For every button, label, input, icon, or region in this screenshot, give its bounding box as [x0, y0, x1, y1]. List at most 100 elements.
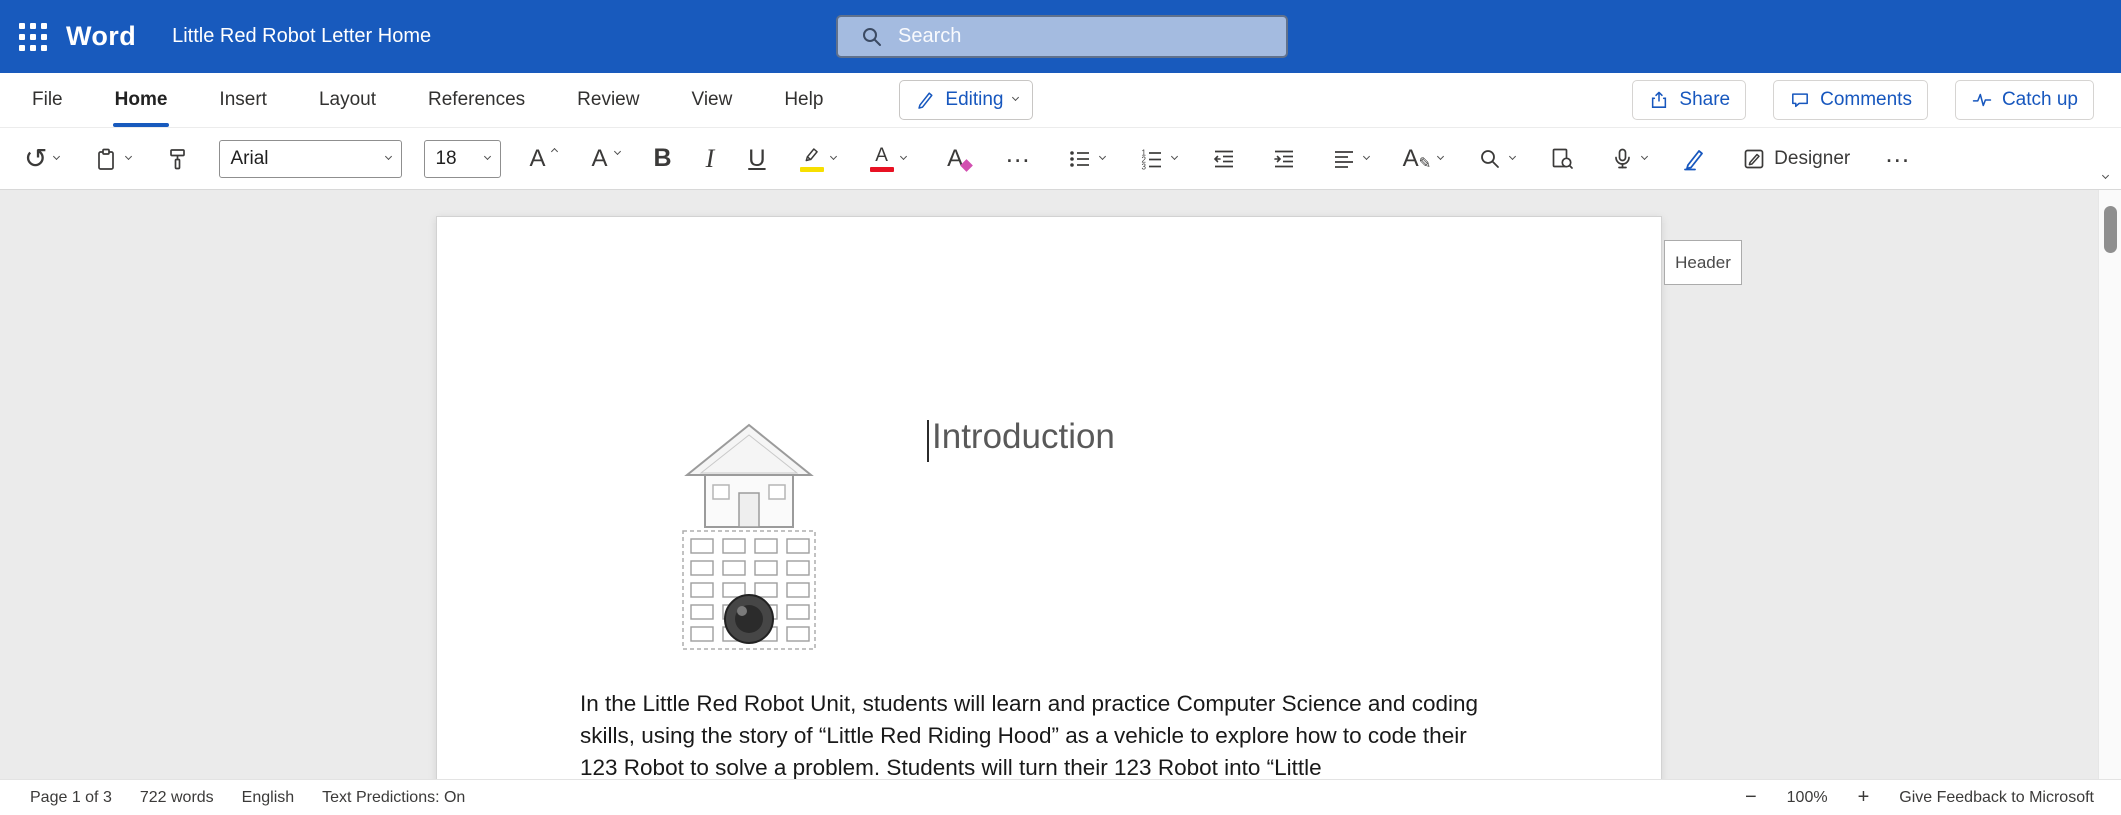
search-icon	[860, 25, 884, 49]
tab-insert[interactable]: Insert	[219, 73, 267, 127]
document-heading[interactable]: Introduction	[932, 417, 1115, 457]
clipboard-icon	[93, 146, 119, 172]
collapse-ribbon-button[interactable]	[2100, 162, 2111, 186]
vertical-scrollbar[interactable]	[2098, 190, 2121, 779]
share-button[interactable]: Share	[1632, 80, 1746, 120]
font-name-chevron[interactable]	[385, 152, 392, 159]
header-section-tag: Header	[1664, 240, 1742, 285]
status-bar: Page 1 of 3 722 words English Text Predi…	[0, 779, 2121, 815]
alignment-menu-chevron[interactable]	[1363, 152, 1370, 159]
word-count[interactable]: 722 words	[140, 789, 214, 807]
immersive-reader-button[interactable]	[1543, 137, 1581, 180]
zoom-level[interactable]: 100%	[1787, 789, 1828, 807]
highlight-menu-chevron[interactable]	[830, 152, 837, 159]
underline-icon: U	[748, 145, 765, 173]
document-title[interactable]: Little Red Robot Letter Home	[172, 25, 431, 48]
app-name[interactable]: Word	[66, 21, 136, 52]
font-size-combobox[interactable]: 18	[424, 140, 501, 178]
italic-button[interactable]: I	[700, 137, 721, 180]
comments-button[interactable]: Comments	[1773, 80, 1928, 120]
microphone-icon	[1609, 146, 1635, 172]
numbering-menu-chevron[interactable]	[1171, 152, 1178, 159]
language-indicator[interactable]: English	[242, 789, 294, 807]
search-box[interactable]	[836, 15, 1288, 58]
dictate-menu-chevron[interactable]	[1641, 152, 1648, 159]
undo-button[interactable]: ↺	[18, 137, 65, 180]
designer-label: Designer	[1774, 148, 1850, 170]
underline-button[interactable]: U	[742, 137, 771, 180]
zoom-in-button[interactable]: +	[1858, 786, 1870, 809]
increase-indent-button[interactable]	[1265, 137, 1303, 180]
decrease-indent-icon	[1211, 146, 1237, 172]
app-launcher-button[interactable]	[0, 0, 66, 73]
paste-menu-chevron[interactable]	[125, 152, 132, 159]
styles-menu-chevron[interactable]	[1437, 152, 1444, 159]
grow-font-button[interactable]: A	[523, 137, 563, 180]
title-bar: Word Little Red Robot Letter Home	[0, 0, 2121, 73]
grow-font-icon: A	[529, 145, 545, 173]
align-text-icon	[1331, 146, 1357, 172]
share-icon	[1648, 89, 1670, 111]
shrink-font-icon: A	[591, 145, 607, 173]
font-size-chevron[interactable]	[484, 152, 491, 159]
clear-formatting-button[interactable]: A	[934, 137, 977, 180]
designer-button[interactable]: Designer	[1735, 137, 1856, 180]
editing-mode-button[interactable]: Editing	[899, 80, 1032, 120]
magnifier-icon	[1477, 146, 1503, 172]
tab-references[interactable]: References	[428, 73, 525, 127]
find-menu-chevron[interactable]	[1509, 152, 1516, 159]
bullets-button[interactable]	[1061, 137, 1111, 180]
editing-label: Editing	[945, 89, 1003, 111]
page-indicator[interactable]: Page 1 of 3	[30, 789, 112, 807]
styles-button[interactable]: A ✎	[1397, 137, 1450, 180]
document-page[interactable]: Introduction In the Little Red Robot Uni…	[436, 216, 1662, 779]
tab-review[interactable]: Review	[577, 73, 639, 127]
highlight-color-button[interactable]	[794, 137, 842, 180]
ribbon-right-buttons: Share Comments Catch up	[1632, 80, 2094, 120]
format-painter-button[interactable]	[159, 137, 197, 180]
catch-up-label: Catch up	[2002, 89, 2078, 111]
text-predictions-toggle[interactable]: Text Predictions: On	[322, 789, 465, 807]
font-name-combobox[interactable]: Arial	[219, 140, 402, 178]
zoom-out-button[interactable]: −	[1745, 786, 1757, 809]
italic-icon: I	[706, 144, 715, 174]
chevron-down-icon	[2102, 172, 2109, 179]
format-painter-icon	[165, 146, 191, 172]
more-ribbon-options-button[interactable]: …	[1878, 137, 1918, 180]
document-body-text[interactable]: In the Little Red Robot Unit, students w…	[580, 688, 1500, 779]
tab-help[interactable]: Help	[784, 73, 823, 127]
tab-view[interactable]: View	[691, 73, 732, 127]
font-size-value: 18	[435, 148, 456, 170]
decrease-indent-button[interactable]	[1205, 137, 1243, 180]
dictate-button[interactable]	[1603, 137, 1653, 180]
tab-file[interactable]: File	[32, 73, 63, 127]
find-button[interactable]	[1471, 137, 1521, 180]
catch-up-button[interactable]: Catch up	[1955, 80, 2094, 120]
numbered-list-icon: 1 2 3	[1139, 146, 1165, 172]
home-ribbon-toolbar: ↺ Arial 18 A	[0, 128, 2121, 190]
numbering-button[interactable]: 1 2 3	[1133, 137, 1183, 180]
grow-font-arrow-icon	[551, 148, 558, 155]
bold-button[interactable]: B	[648, 137, 678, 180]
alignment-button[interactable]	[1325, 137, 1375, 180]
font-color-menu-chevron[interactable]	[900, 152, 907, 159]
more-font-options-button[interactable]: …	[999, 137, 1039, 180]
font-name-value: Arial	[230, 148, 268, 170]
ellipsis-icon: …	[1884, 148, 1912, 168]
scrollbar-thumb[interactable]	[2104, 206, 2117, 253]
house-robot-image[interactable]	[661, 413, 837, 663]
search-input[interactable]	[898, 25, 1228, 48]
feedback-link[interactable]: Give Feedback to Microsoft	[1899, 789, 2094, 807]
font-color-button[interactable]: A	[864, 137, 912, 180]
paste-button[interactable]	[87, 137, 137, 180]
tab-home[interactable]: Home	[115, 73, 168, 127]
bullets-menu-chevron[interactable]	[1099, 152, 1106, 159]
designer-icon	[1741, 146, 1767, 172]
share-label: Share	[1679, 89, 1730, 111]
shrink-font-button[interactable]: A	[585, 137, 625, 180]
undo-menu-chevron[interactable]	[53, 152, 60, 159]
status-bar-right: − 100% + Give Feedback to Microsoft	[1745, 786, 2094, 809]
bold-icon: B	[654, 144, 672, 173]
editor-button[interactable]	[1675, 137, 1713, 180]
tab-layout[interactable]: Layout	[319, 73, 376, 127]
